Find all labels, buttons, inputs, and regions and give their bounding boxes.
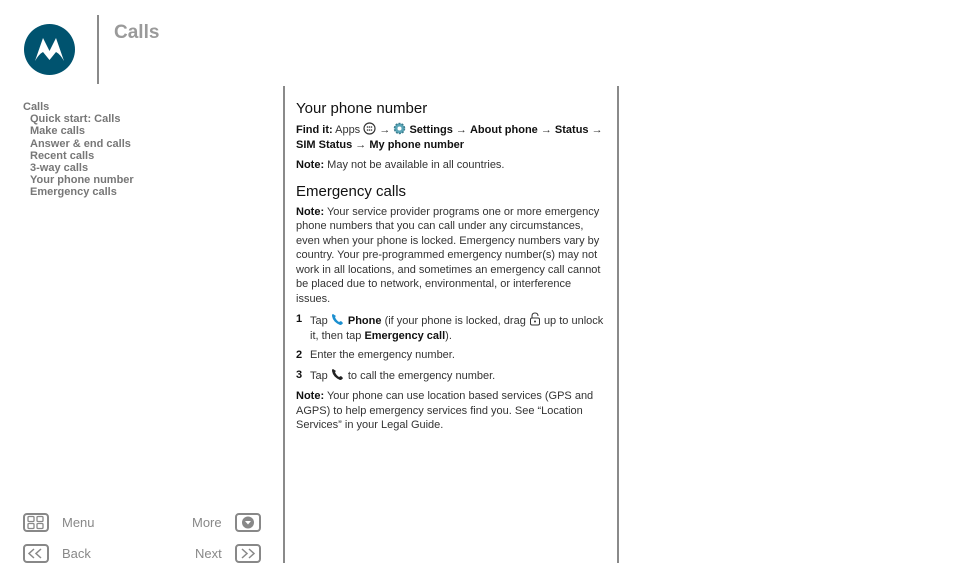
step-2: 2 Enter the emergency number.	[296, 349, 455, 361]
arrow-icon: →	[355, 138, 367, 151]
note-location: Note: Your phone can use location based …	[296, 390, 594, 431]
page-title: Calls	[114, 22, 160, 43]
menu-label[interactable]: Menu	[62, 515, 95, 530]
arrow-icon: →	[455, 124, 467, 136]
header-divider	[97, 15, 99, 84]
right-column-divider	[617, 86, 619, 563]
toc-item-quick-start[interactable]: Quick start: Calls	[23, 113, 134, 125]
back-button[interactable]	[23, 544, 49, 563]
next-label[interactable]: Next	[195, 546, 222, 561]
menu-grid-icon	[27, 515, 44, 530]
toc-item-your-phone-number[interactable]: Your phone number	[23, 174, 134, 186]
chevron-down-circle-icon	[242, 516, 254, 529]
arrow-icon: →	[591, 124, 603, 136]
arrow-icon: →	[540, 124, 552, 136]
menu-button[interactable]	[23, 513, 49, 532]
toc-item-recent-calls[interactable]: Recent calls	[23, 150, 134, 162]
toc-item-3way-calls[interactable]: 3-way calls	[23, 162, 134, 174]
main-content: Your phone number Find it: Apps → Settin…	[296, 100, 606, 439]
emergency-steps: 1 Tap Phone (if your phone is locked, dr…	[296, 312, 606, 383]
toc-item-emergency-calls[interactable]: Emergency calls	[23, 186, 134, 198]
back-label[interactable]: Back	[62, 546, 91, 561]
more-label[interactable]: More	[192, 515, 222, 530]
double-chevron-right-icon	[241, 548, 256, 559]
motorola-logo	[24, 24, 75, 75]
settings-gear-icon	[394, 122, 406, 135]
apps-icon	[363, 122, 376, 135]
find-it-path: Find it: Apps → Settings → About phone →…	[296, 122, 603, 151]
note-availability: Note: May not be available in all countr…	[296, 159, 505, 171]
call-icon	[331, 368, 343, 380]
next-button[interactable]	[235, 544, 261, 563]
more-button[interactable]	[235, 513, 261, 532]
motorola-m-icon	[35, 38, 64, 61]
table-of-contents: Calls Quick start: Calls Make calls Answ…	[23, 101, 134, 199]
note-emergency: Note: Your service provider programs one…	[296, 205, 601, 305]
toc-item-make-calls[interactable]: Make calls	[23, 125, 134, 137]
double-chevron-left-icon	[27, 548, 42, 559]
step-1: 1 Tap Phone (if your phone is locked, dr…	[296, 312, 604, 342]
step-3: 3 Tap to call the emergency number.	[296, 368, 496, 382]
section-heading-phone-number: Your phone number	[296, 100, 428, 117]
left-column-divider	[283, 86, 285, 563]
lock-icon	[529, 312, 540, 326]
section-heading-emergency: Emergency calls	[296, 182, 407, 200]
arrow-icon: →	[379, 124, 391, 136]
phone-icon	[331, 314, 343, 325]
toc-title[interactable]: Calls	[23, 101, 134, 113]
toc-item-answer-end[interactable]: Answer & end calls	[23, 138, 134, 150]
